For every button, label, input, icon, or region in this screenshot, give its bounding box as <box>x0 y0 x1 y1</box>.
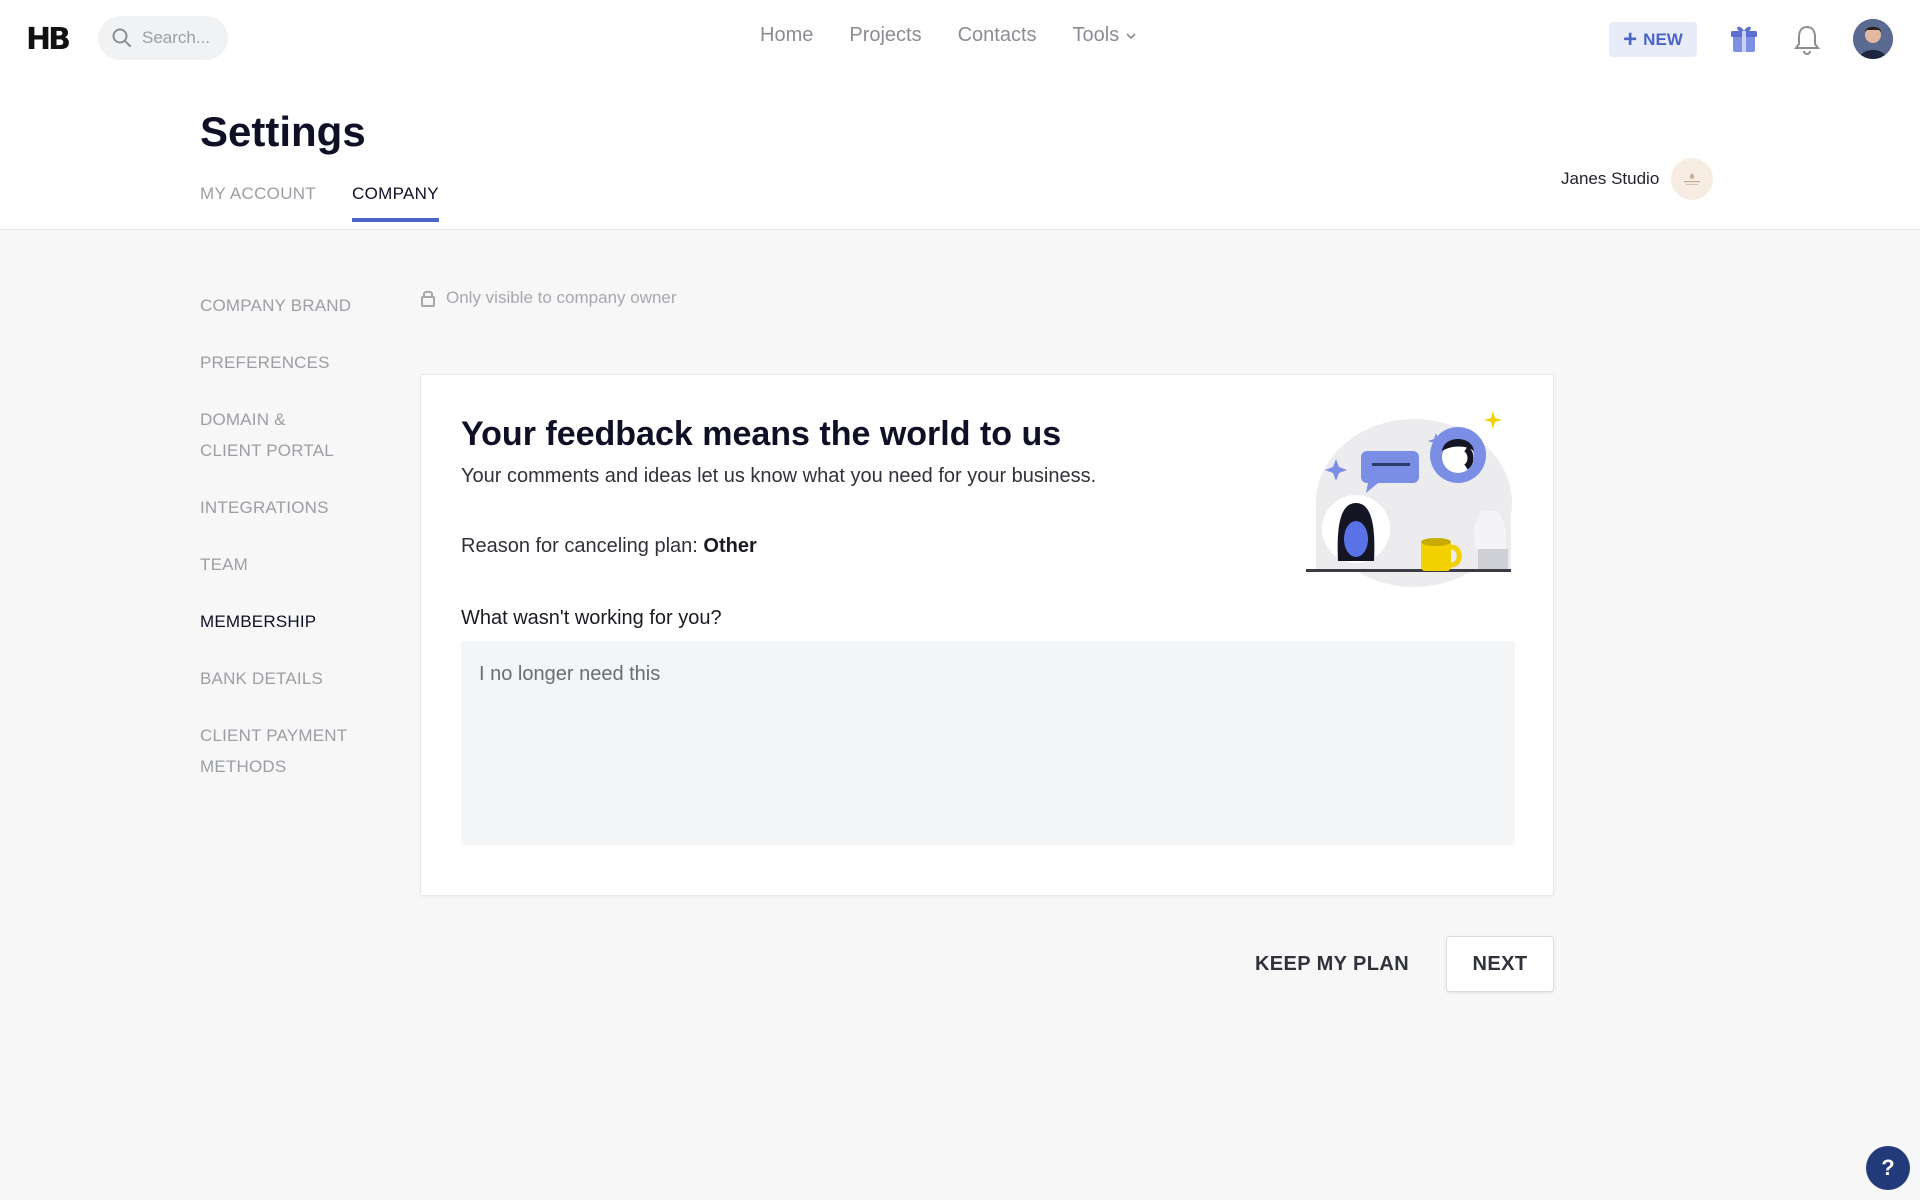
feedback-question: What wasn't working for you? <box>461 607 722 629</box>
sidebar-item-domain-client-portal[interactable]: DOMAIN & CLIENT PORTAL <box>200 404 340 466</box>
gift-icon[interactable] <box>1730 24 1758 54</box>
nav-home[interactable]: Home <box>760 24 813 47</box>
feedback-subtitle: Your comments and ideas let us know what… <box>461 465 1097 487</box>
privacy-note-text: Only visible to company owner <box>446 288 677 307</box>
lock-icon <box>421 290 435 307</box>
company-name: Janes Studio <box>1561 169 1660 188</box>
tab-my-account[interactable]: MY ACCOUNT <box>200 184 316 222</box>
feedback-illustration <box>1306 411 1512 587</box>
sidebar-item-membership[interactable]: MEMBERSHIP <box>200 606 370 637</box>
plus-icon: + <box>1623 25 1638 53</box>
sidebar-item-preferences[interactable]: PREFERENCES <box>200 347 370 378</box>
nav-contacts[interactable]: Contacts <box>958 24 1037 47</box>
sidebar-item-company-brand[interactable]: COMPANY BRAND <box>200 290 370 321</box>
nav-projects[interactable]: Projects <box>849 24 921 47</box>
sidebar-item-team[interactable]: TEAM <box>200 549 370 580</box>
settings-tabs: MY ACCOUNT COMPANY <box>200 184 439 222</box>
new-button-label: NEW <box>1643 29 1683 49</box>
feedback-card: Your feedback means the world to us Your… <box>420 374 1554 896</box>
main-nav: Home Projects Contacts Tools <box>760 24 1137 47</box>
nav-tools-label: Tools <box>1072 24 1120 46</box>
company-logo-mark <box>1684 173 1701 185</box>
brand-logo[interactable]: HB <box>26 22 71 57</box>
keep-plan-button[interactable]: KEEP MY PLAN <box>1234 936 1430 992</box>
cancel-reason-value: Other <box>703 535 757 557</box>
search-icon <box>112 28 131 47</box>
company-switcher[interactable]: Janes Studio <box>1561 158 1714 200</box>
cancel-reason-label: Reason for canceling plan: <box>461 535 698 557</box>
new-button[interactable]: + NEW <box>1609 22 1697 57</box>
nav-tools[interactable]: Tools <box>1073 24 1138 47</box>
help-button[interactable]: ? <box>1866 1146 1910 1190</box>
feedback-title: Your feedback means the world to us <box>461 415 1062 453</box>
settings-header: Settings MY ACCOUNT COMPANY Janes Studio <box>0 78 1920 230</box>
chevron-down-icon <box>1126 32 1136 39</box>
top-navbar: HB Home Projects Contacts Tools + NEW <box>0 0 1920 78</box>
feedback-textarea[interactable]: I no longer need this <box>461 641 1515 845</box>
cancel-reason: Reason for canceling plan: Other <box>461 535 757 558</box>
avatar-image <box>1853 19 1893 59</box>
settings-sidebar: COMPANY BRAND PREFERENCES DOMAIN & CLIEN… <box>200 290 370 808</box>
search-box[interactable] <box>98 16 228 60</box>
user-avatar[interactable] <box>1853 19 1893 59</box>
sidebar-item-integrations[interactable]: INTEGRATIONS <box>200 492 370 523</box>
privacy-note: Only visible to company owner <box>420 288 677 308</box>
sidebar-item-bank-details[interactable]: BANK DETAILS <box>200 663 370 694</box>
sidebar-item-client-payment-methods[interactable]: CLIENT PAYMENT METHODS <box>200 720 360 782</box>
bell-icon[interactable] <box>1793 24 1821 56</box>
tab-company[interactable]: COMPANY <box>352 184 439 222</box>
page-title: Settings <box>200 108 366 155</box>
search-input[interactable] <box>142 24 222 52</box>
next-button[interactable]: NEXT <box>1446 936 1554 992</box>
company-logo <box>1671 158 1714 200</box>
